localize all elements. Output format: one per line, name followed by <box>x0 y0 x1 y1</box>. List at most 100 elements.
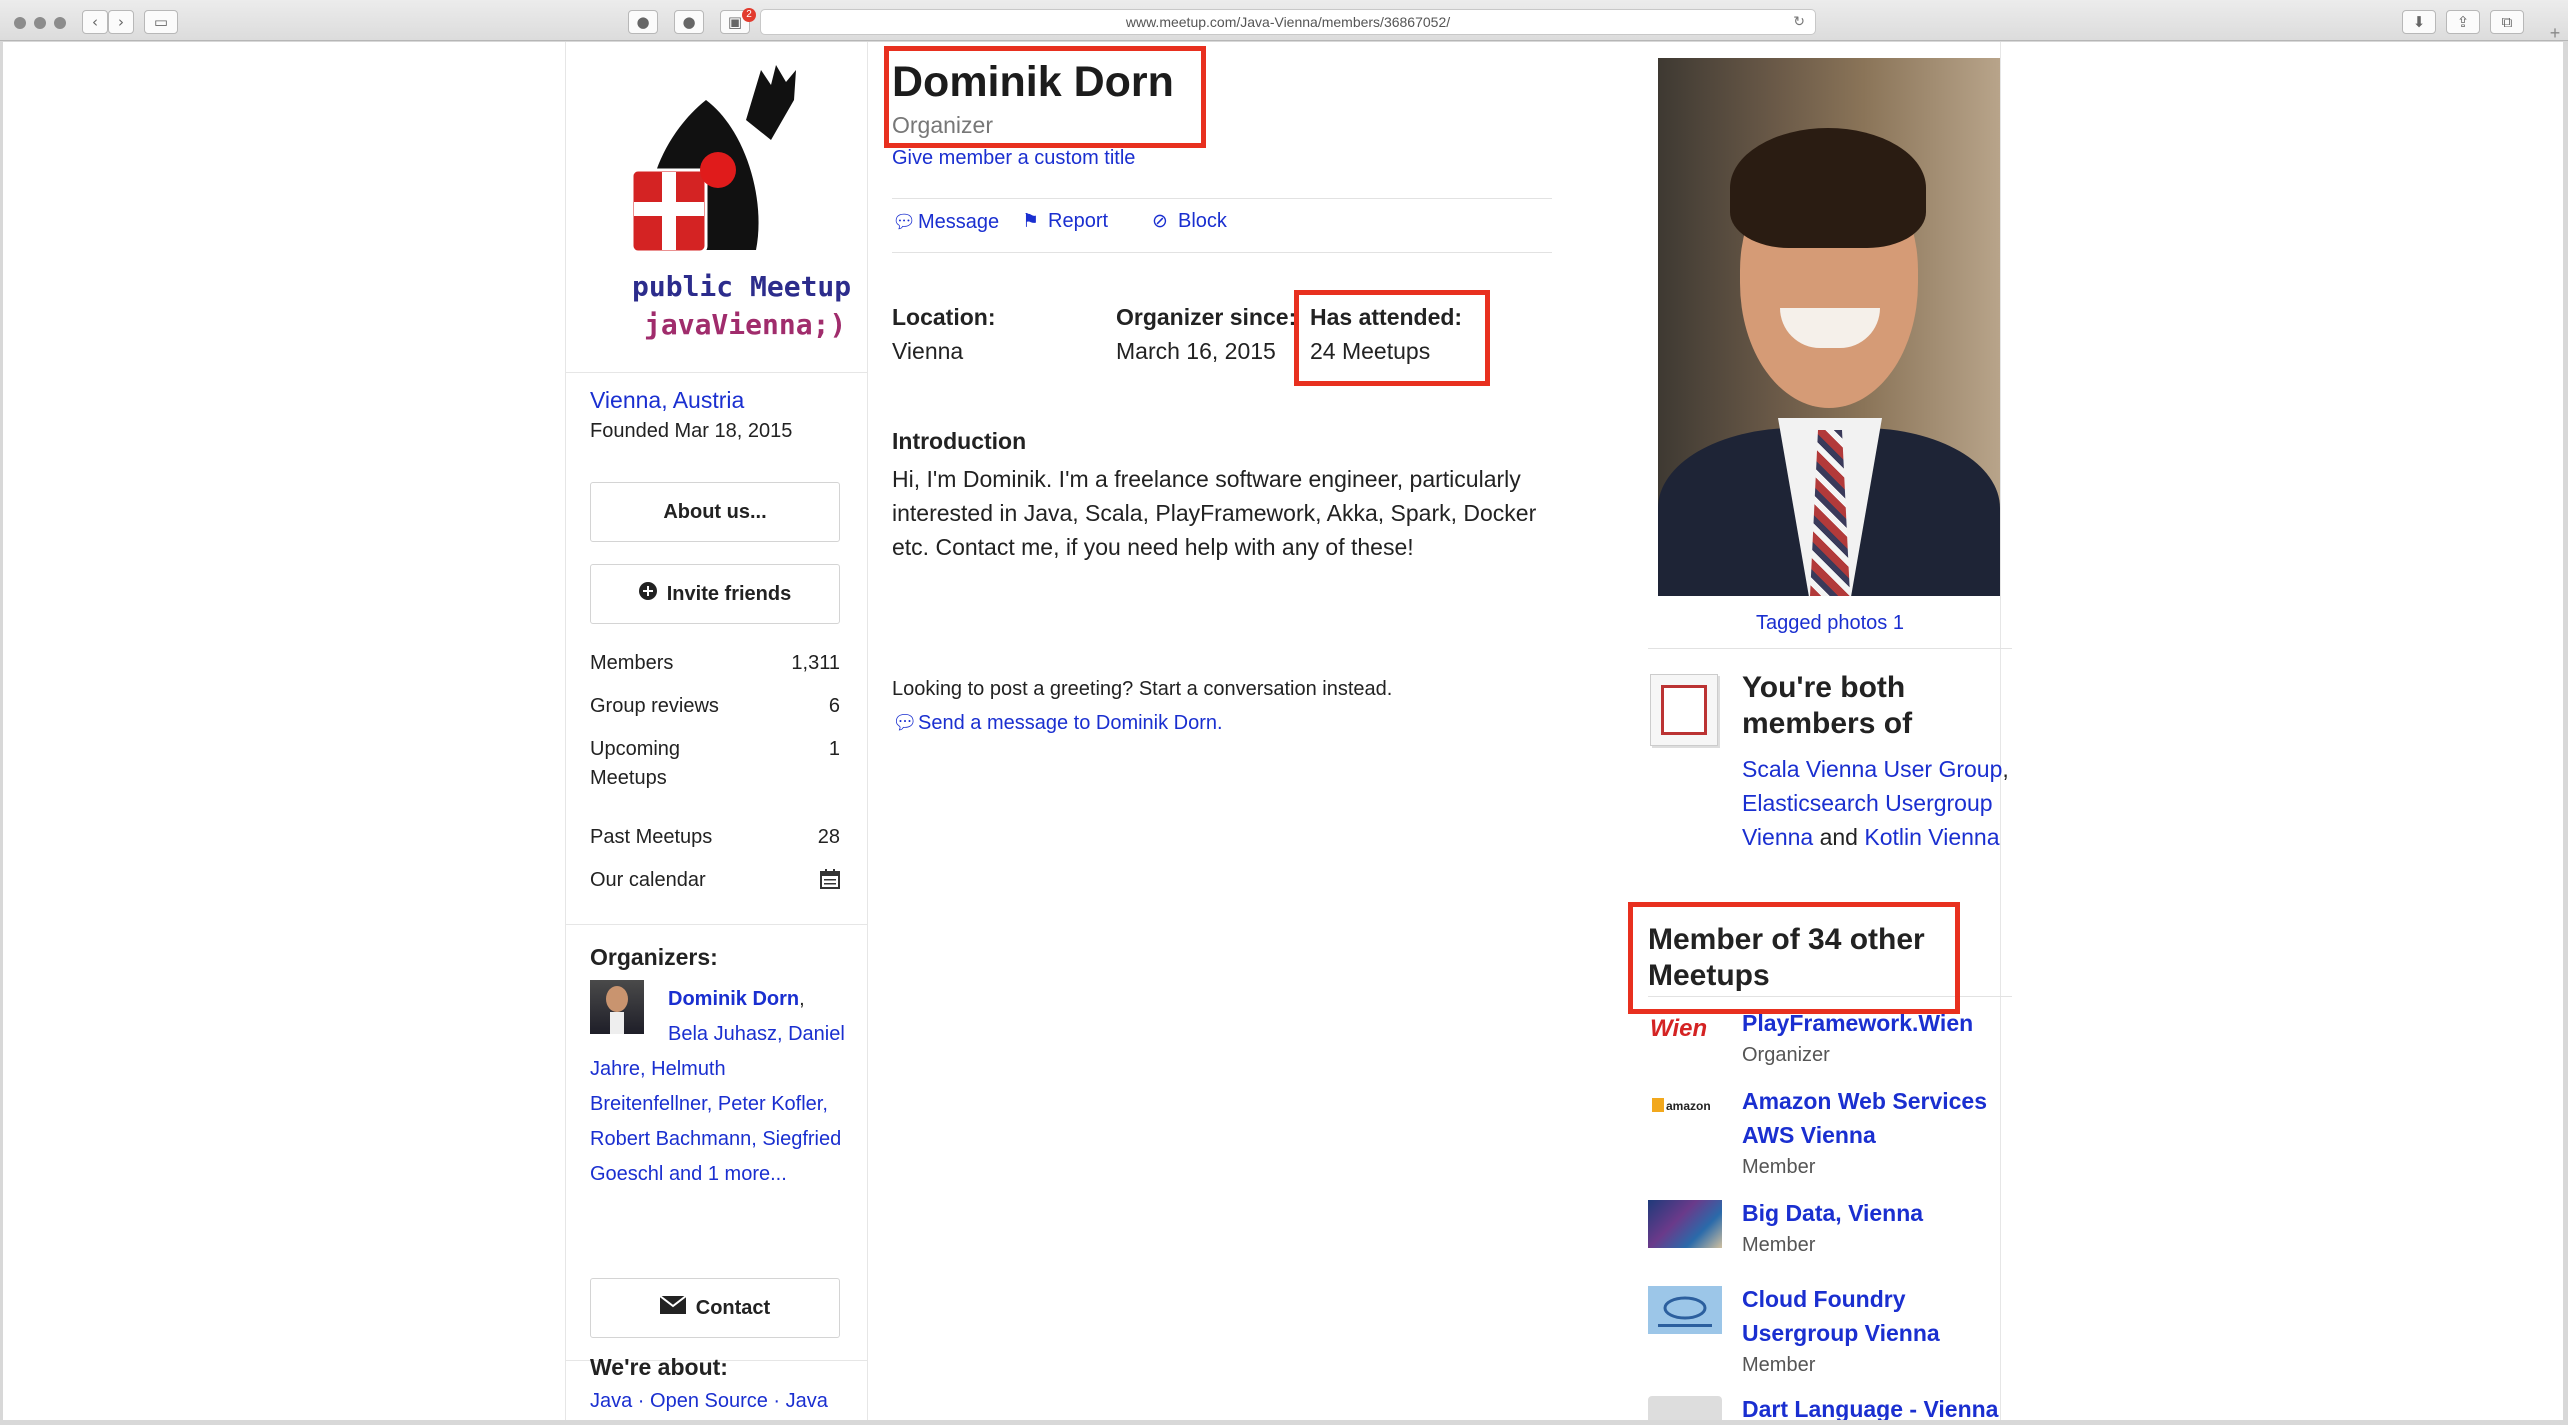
flag-icon: ⚑ <box>1022 210 1040 232</box>
member-sidebar: Tagged photos 1 You're both members of S… <box>1628 42 2012 1420</box>
stat-label: Past Meetups <box>590 826 713 848</box>
more-organizers-link[interactable]: and 1 more... <box>669 1163 787 1185</box>
shared-groups-heading: You're both members of <box>1742 671 1913 740</box>
topic-tags: Java · Open Source · Java <box>590 1390 828 1413</box>
group-logo[interactable]: public Meetup javaVienna;) <box>596 60 851 360</box>
block-button[interactable]: ⊘ Block <box>1152 210 1227 233</box>
group-role: Member <box>1742 1234 1816 1256</box>
highlight-box-other-meetups <box>1628 902 1960 1014</box>
aws-logo[interactable]: amazon <box>1648 1090 1722 1138</box>
organizer-since-label: Organizer since: <box>1116 304 1297 330</box>
group-link-dart-vienna[interactable]: Dart Language - Vienna <box>1742 1392 2010 1420</box>
group-role: Member <box>1742 1354 1816 1376</box>
logo-text-line1: public Meetup <box>632 270 852 303</box>
and-text: and <box>1819 824 1858 850</box>
topic-links[interactable]: Java · Open Source · Java <box>590 1390 828 1412</box>
stat-value: 6 <box>828 695 840 717</box>
tabs-overview-icon[interactable]: ⧉ <box>2490 10 2524 34</box>
member-photo[interactable] <box>1658 58 2000 596</box>
about-us-button[interactable]: About us... <box>590 482 840 542</box>
message-button[interactable]: 💬︎Message <box>892 210 999 234</box>
stat-label: Group reviews <box>590 695 719 717</box>
shared-group-link[interactable]: Scala Vienna User Group <box>1742 756 2002 782</box>
url-text: www.meetup.com/Java-Vienna/members/36867… <box>1125 14 1451 30</box>
address-bar[interactable]: www.meetup.com/Java-Vienna/members/36867… <box>760 9 1816 35</box>
divider <box>1648 648 2012 649</box>
dart-logo[interactable] <box>1648 1396 1722 1420</box>
greeting-prompt: Looking to post a greeting? Start a conv… <box>892 678 1393 700</box>
group-location-link[interactable]: Vienna, Austria <box>590 387 744 414</box>
group-link-big-data-vienna[interactable]: Big Data, Vienna <box>1742 1196 2010 1230</box>
downloads-icon[interactable]: ⬇ <box>2402 10 2436 34</box>
divider <box>892 198 1552 199</box>
divider <box>566 924 868 925</box>
group-link-cloud-foundry[interactable]: Cloud Foundry Usergroup Vienna <box>1742 1282 2010 1350</box>
about-topics-heading-text: We're about: <box>590 1354 728 1380</box>
stat-members[interactable]: Members 1,311 <box>590 652 840 675</box>
shared-groups-icon <box>1650 674 1718 746</box>
browser-toolbar: ‹ › ▭ ● ● ▣ 2 www.meetup.com/Java-Vienna… <box>0 0 2568 42</box>
stat-label: Our calendar <box>590 869 706 891</box>
send-message-label: Send a message to Dominik Dorn. <box>918 712 1223 734</box>
group-link-aws-vienna[interactable]: Amazon Web Services AWS Vienna <box>1742 1084 2010 1152</box>
organizers-heading: Organizers: <box>590 944 718 970</box>
stat-group-reviews[interactable]: Group reviews 6 <box>590 695 840 718</box>
block-label: Block <box>1178 210 1227 232</box>
extension-icon-1[interactable]: ● <box>628 10 658 34</box>
send-message-link[interactable]: 💬︎Send a message to Dominik Dorn. <box>892 710 1223 735</box>
tagged-photos-link[interactable]: Tagged photos 1 <box>1648 612 2012 635</box>
organizer-link-dominik-dorn[interactable]: Dominik Dorn <box>668 988 799 1010</box>
custom-title-link[interactable]: Give member a custom title <box>892 147 1135 170</box>
introduction-text: Hi, I'm Dominik. I'm a freelance softwar… <box>892 466 1537 560</box>
back-icon[interactable]: ‹ <box>82 10 108 34</box>
zoom-window-icon[interactable] <box>54 17 66 29</box>
stat-label: Upcoming <box>590 738 681 760</box>
block-icon: ⊘ <box>1152 210 1168 232</box>
close-window-icon[interactable] <box>14 17 26 29</box>
share-icon[interactable]: ⇪ <box>2446 10 2480 34</box>
playframework-logo[interactable]: Wien <box>1648 1008 1722 1056</box>
highlight-box-name <box>884 46 1206 148</box>
group-role: Organizer <box>1742 1044 1830 1066</box>
cloud-foundry-logo[interactable] <box>1648 1286 1722 1334</box>
organizer-links[interactable]: Bela Juhasz, Daniel Jahre, Helmuth Breit… <box>590 1023 845 1185</box>
speech-bubble-icon: 💬︎ <box>892 710 918 734</box>
new-tab-icon[interactable]: + <box>2546 24 2564 42</box>
shared-group-link[interactable]: Kotlin Vienna <box>1864 824 1999 850</box>
forward-icon[interactable]: › <box>108 10 134 34</box>
stat-label: Members <box>590 652 674 674</box>
stat-label-line2: Meetups <box>590 767 667 789</box>
group-role: Member <box>1742 1156 1816 1178</box>
big-data-logo[interactable] <box>1648 1200 1722 1248</box>
plus-circle-icon <box>638 565 657 623</box>
sidebar-toggle-icon[interactable]: ▭ <box>144 10 178 34</box>
contact-button[interactable]: Contact <box>590 1278 840 1338</box>
report-label: Report <box>1048 210 1109 232</box>
extension-icon-2[interactable]: ● <box>674 10 704 34</box>
divider <box>566 372 868 373</box>
shared-groups-list: Scala Vienna User Group, Elasticsearch U… <box>1742 756 2009 850</box>
member-profile: Dominik Dorn Organizer Give member a cus… <box>868 42 1648 1420</box>
highlight-box-attended <box>1294 290 1490 386</box>
minimize-window-icon[interactable] <box>34 17 46 29</box>
content-wrapper: public Meetup javaVienna;) Vienna, Austr… <box>565 42 2012 1420</box>
speech-bubble-icon: 💬︎ <box>892 211 917 233</box>
location-label: Location: <box>892 304 996 330</box>
stat-our-calendar[interactable]: Our calendar <box>590 869 840 892</box>
stat-past-meetups[interactable]: Past Meetups 28 <box>590 826 840 849</box>
divider <box>892 252 1552 253</box>
location-value-link[interactable]: Vienna <box>892 338 963 365</box>
message-label: Message <box>918 211 1000 233</box>
stat-upcoming-meetups[interactable]: Upcoming Meetups 1 <box>590 738 840 795</box>
group-link-playframework[interactable]: PlayFramework.Wien <box>1742 1006 2010 1040</box>
organizer-since-value: March 16, 2015 <box>1116 338 1276 364</box>
invite-friends-button[interactable]: Invite friends <box>590 564 840 624</box>
logo-text: Wien <box>1650 1015 1707 1042</box>
web-page: public Meetup javaVienna;) Vienna, Austr… <box>3 42 2563 1420</box>
logo-text-line2: javaVienna;) <box>644 308 847 341</box>
founded-date: Founded Mar 18, 2015 <box>590 420 793 442</box>
reload-icon[interactable]: ↻ <box>1793 10 1805 34</box>
about-topics-heading: We're about: <box>590 1354 728 1381</box>
report-button[interactable]: ⚑ Report <box>1022 210 1108 233</box>
group-sidebar: public Meetup javaVienna;) Vienna, Austr… <box>566 42 868 1420</box>
